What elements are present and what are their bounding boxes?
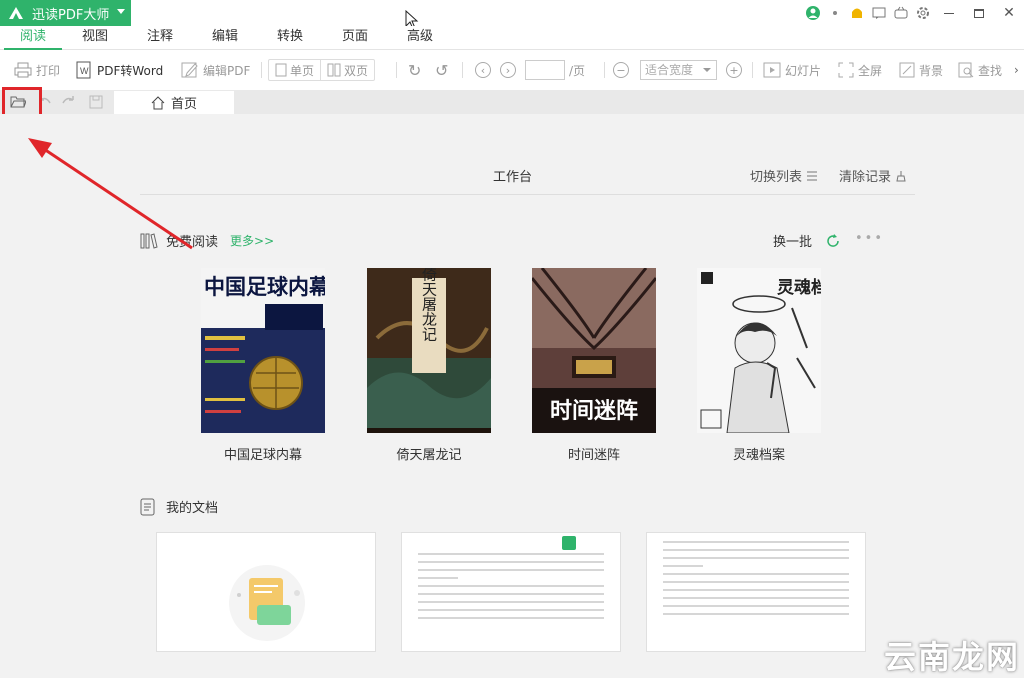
my-docs-title: 我的文档 [166, 501, 219, 516]
text-line [663, 549, 849, 551]
book-title[interactable]: 时间迷阵 [514, 444, 674, 463]
add-document-card[interactable] [156, 532, 376, 652]
text-line [663, 597, 849, 599]
text-line [663, 565, 703, 567]
text-line [418, 585, 604, 587]
document-icon [140, 498, 155, 515]
text-line [663, 573, 849, 575]
text-line [663, 557, 849, 559]
text-line [663, 605, 849, 607]
book-cover[interactable]: 倚天屠龙记 [367, 268, 491, 433]
text-line [663, 589, 849, 591]
my-docs-header: 我的文档 [140, 497, 218, 516]
text-line [418, 609, 604, 611]
book-cover-art: 时间迷阵 [532, 268, 656, 433]
book-cover-title: 时间迷阵 [550, 398, 638, 424]
text-line [418, 553, 604, 555]
text-line [663, 541, 849, 543]
text-line [418, 561, 604, 563]
book-cover[interactable]: 灵魂档案 [697, 268, 821, 433]
book-cover[interactable]: 中国足球内幕 [201, 268, 325, 433]
text-line [418, 577, 458, 579]
text-line [663, 581, 849, 583]
watermark: 云南龙网 [884, 638, 1021, 676]
book-cover-title: 中国足球内幕 [204, 275, 325, 299]
text-line [663, 613, 849, 615]
text-line [418, 569, 604, 571]
book-title[interactable]: 倚天屠龙记 [349, 444, 509, 463]
book-cover-title: 灵魂档案 [777, 277, 821, 298]
text-line [418, 593, 604, 595]
book-cover-art: 灵魂档案 [697, 268, 821, 433]
book-title[interactable]: 灵魂档案 [679, 444, 839, 463]
document-thumbnail[interactable] [646, 532, 866, 652]
book-cover-title: 倚天屠龙记 [420, 268, 438, 342]
book-title[interactable]: 中国足球内幕 [183, 444, 343, 463]
document-thumbnail[interactable] [401, 532, 621, 652]
empty-document-icon [229, 565, 305, 641]
book-cover[interactable]: 时间迷阵 [532, 268, 656, 433]
text-line [418, 617, 604, 619]
book-cover-art: 倚天屠龙记 [367, 268, 491, 433]
pdf-logo-icon [562, 536, 576, 550]
book-cover-art: 中国足球内幕 [201, 268, 325, 433]
text-line [418, 601, 604, 603]
